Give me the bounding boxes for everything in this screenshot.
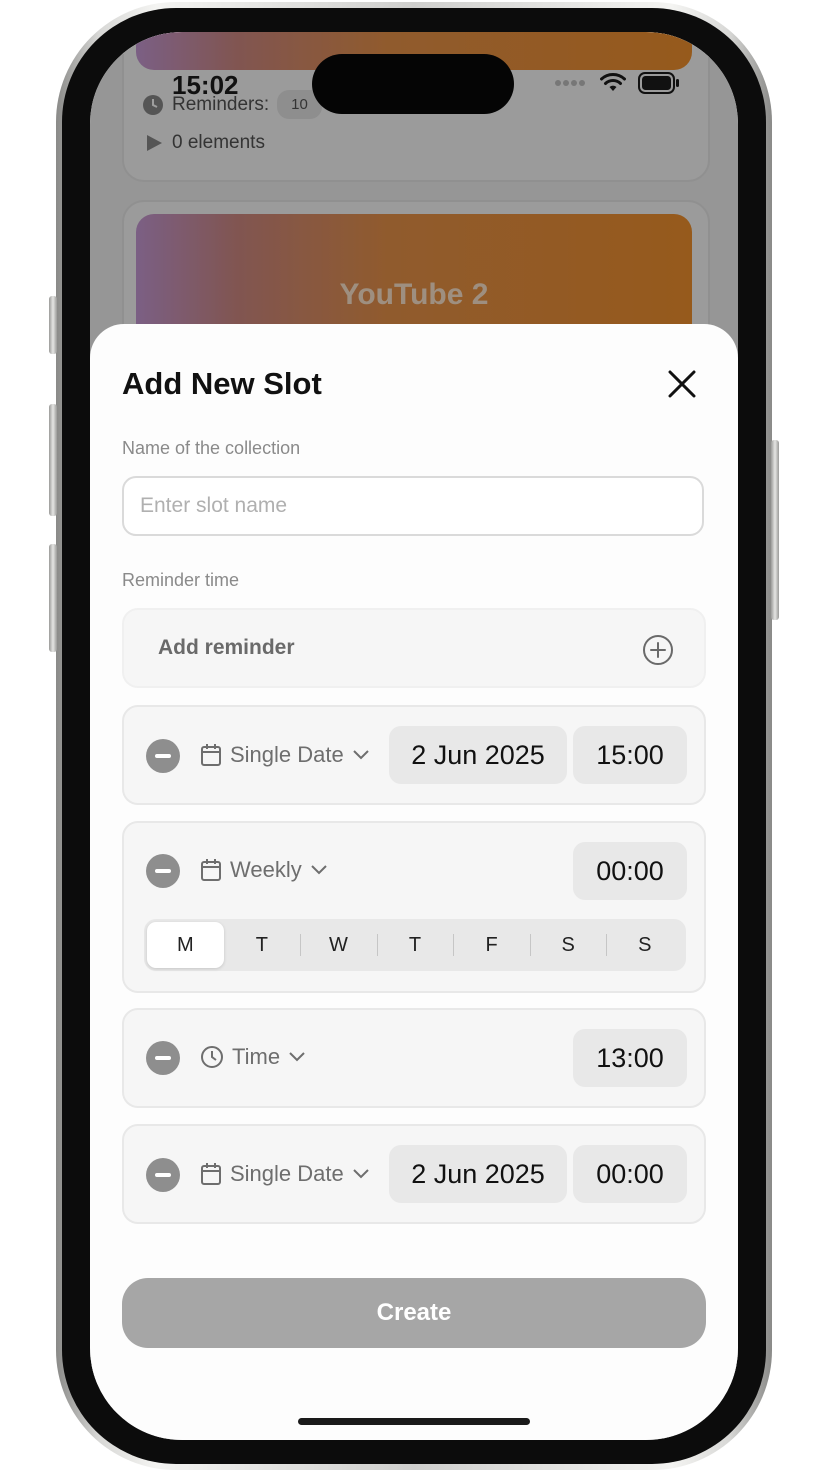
reminder-type-dropdown[interactable]: Single Date [200, 1161, 370, 1187]
side-button-volume-up [49, 404, 57, 516]
status-time: 15:02 [172, 70, 239, 100]
time-picker[interactable]: 15:00 [573, 726, 687, 784]
reminder-type-dropdown[interactable]: Weekly [200, 857, 328, 883]
create-button[interactable]: Create [122, 1278, 706, 1348]
chevron-down-icon [353, 750, 369, 760]
weekday-thursday[interactable]: T [376, 922, 454, 968]
close-button[interactable] [662, 364, 702, 404]
add-slot-sheet: Add New Slot Name of the collection Remi… [90, 324, 738, 1440]
status-icons [554, 72, 680, 94]
reminder-card-1: Single Date 2 Jun 2025 15:00 [122, 705, 706, 805]
reminder-card-3: Time 13:00 [122, 1008, 706, 1108]
reminder-type-label: Single Date [230, 742, 344, 767]
weekday-sunday[interactable]: S [606, 922, 683, 968]
weekday-friday[interactable]: F [453, 922, 530, 968]
calendar-icon [201, 744, 221, 766]
dynamic-island [312, 54, 514, 114]
reminder-type-dropdown[interactable]: Single Date [200, 742, 370, 768]
reminder-time-label: Reminder time [122, 570, 240, 590]
clock-icon [201, 1046, 223, 1068]
sheet-title: Add New Slot [122, 366, 322, 401]
remove-reminder-button[interactable] [146, 854, 180, 888]
chevron-down-icon [353, 1169, 369, 1179]
reminder-card-4: Single Date 2 Jun 2025 00:00 [122, 1124, 706, 1224]
cellular-signal-icon [555, 80, 585, 86]
time-picker[interactable]: 00:00 [573, 842, 687, 900]
chevron-down-icon [311, 865, 327, 875]
remove-reminder-button[interactable] [146, 1041, 180, 1075]
collection-name-label: Name of the collection [122, 438, 301, 458]
side-button-power [771, 440, 779, 620]
reminder-card-2: Weekly 00:00 M T W T F S S [122, 821, 706, 993]
weekday-wednesday[interactable]: W [300, 922, 377, 968]
weekday-tuesday[interactable]: T [224, 922, 301, 968]
weekday-selector: M T W T F S S [144, 919, 686, 971]
add-reminder-label: Add reminder [158, 636, 295, 659]
time-picker[interactable]: 13:00 [573, 1029, 687, 1087]
side-button-silent [49, 296, 57, 354]
reminder-type-label: Time [232, 1044, 281, 1069]
close-icon [668, 370, 696, 398]
battery-icon [638, 72, 679, 94]
weekday-saturday[interactable]: S [529, 922, 607, 968]
wifi-icon [600, 73, 626, 91]
home-indicator[interactable] [298, 1418, 530, 1425]
screen: Reminders: 10 0 elements YouTube 2 15:02 [90, 32, 738, 1440]
weekday-monday[interactable]: M [147, 922, 224, 968]
date-picker[interactable]: 2 Jun 2025 [389, 1145, 567, 1203]
calendar-icon [201, 1163, 221, 1185]
time-picker[interactable]: 00:00 [573, 1145, 687, 1203]
reminder-type-label: Weekly [230, 857, 302, 882]
date-picker[interactable]: 2 Jun 2025 [389, 726, 567, 784]
reminder-type-dropdown[interactable]: Time [200, 1044, 306, 1070]
reminder-type-label: Single Date [230, 1161, 344, 1186]
add-reminder-button[interactable]: Add reminder [122, 608, 706, 688]
remove-reminder-button[interactable] [146, 1158, 180, 1192]
plus-circle-icon [643, 635, 673, 665]
side-button-volume-down [49, 544, 57, 652]
remove-reminder-button[interactable] [146, 739, 180, 773]
chevron-down-icon [289, 1052, 305, 1062]
calendar-icon [201, 859, 221, 881]
slot-name-input[interactable] [122, 476, 704, 536]
